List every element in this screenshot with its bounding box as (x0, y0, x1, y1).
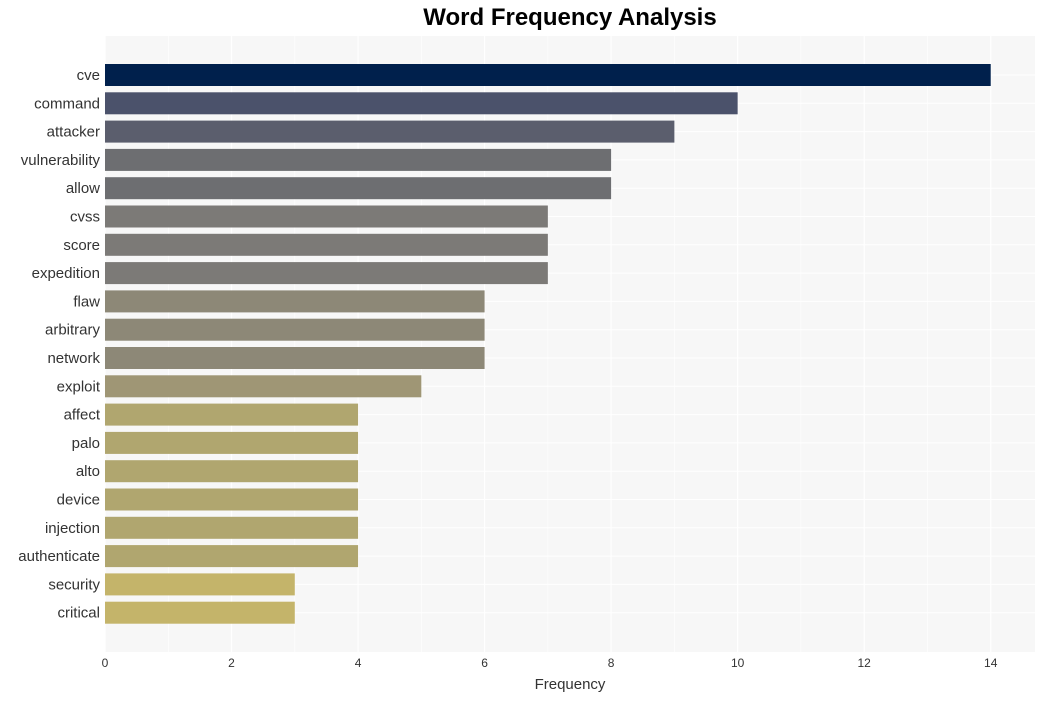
x-tick-label: 8 (608, 656, 615, 670)
y-tick-label: security (48, 576, 100, 593)
x-tick-label: 14 (984, 656, 998, 670)
bar-allow (105, 177, 612, 200)
y-tick-label: palo (72, 435, 100, 452)
y-tick-label: attacker (47, 124, 100, 141)
x-tick-label: 12 (858, 656, 872, 670)
y-tick-label: critical (57, 605, 100, 622)
y-tick-label: cve (77, 67, 100, 84)
y-tick-label: vulnerability (21, 152, 101, 169)
bar-alto (105, 460, 359, 483)
bar-affect (105, 403, 359, 426)
bar-injection (105, 516, 359, 539)
y-tick-label: network (47, 350, 100, 367)
bar-attacker (105, 120, 675, 143)
bar-palo (105, 431, 359, 454)
bar-arbitrary (105, 318, 485, 341)
bar-security (105, 573, 295, 596)
bar-cvss (105, 205, 548, 228)
y-tick-label: authenticate (18, 548, 100, 565)
bar-device (105, 488, 359, 511)
x-tick-label: 2 (228, 656, 235, 670)
y-tick-label: allow (66, 180, 100, 197)
y-tick-label: cvss (70, 209, 100, 226)
bar-exploit (105, 375, 422, 398)
bar-score (105, 233, 548, 256)
x-tick-label: 0 (102, 656, 109, 670)
bar-flaw (105, 290, 485, 313)
x-tick-label: 6 (481, 656, 488, 670)
x-tick-label: 10 (731, 656, 745, 670)
y-tick-label: exploit (57, 378, 101, 395)
bar-critical (105, 601, 295, 624)
y-tick-label: arbitrary (45, 322, 101, 339)
bar-chart: cve command attacker vulnerability allow cvss… (18, 36, 1035, 693)
y-tick-label: injection (45, 520, 100, 537)
y-tick-label: command (34, 95, 100, 112)
bar-cve (105, 64, 991, 86)
bar-network (105, 347, 485, 369)
y-tick-label: device (57, 492, 100, 509)
bar-expedition (105, 262, 548, 285)
y-tick-label: score (63, 237, 100, 254)
y-tick-label: flaw (73, 293, 100, 310)
x-axis-title: Frequency (535, 676, 606, 693)
bar-command (105, 92, 738, 115)
bar-authenticate (105, 545, 359, 568)
x-tick-label: 4 (355, 656, 362, 670)
bar-vulnerability (105, 148, 612, 171)
y-tick-label: expedition (32, 265, 100, 282)
y-tick-label: alto (76, 463, 100, 480)
y-tick-label: affect (64, 407, 101, 424)
